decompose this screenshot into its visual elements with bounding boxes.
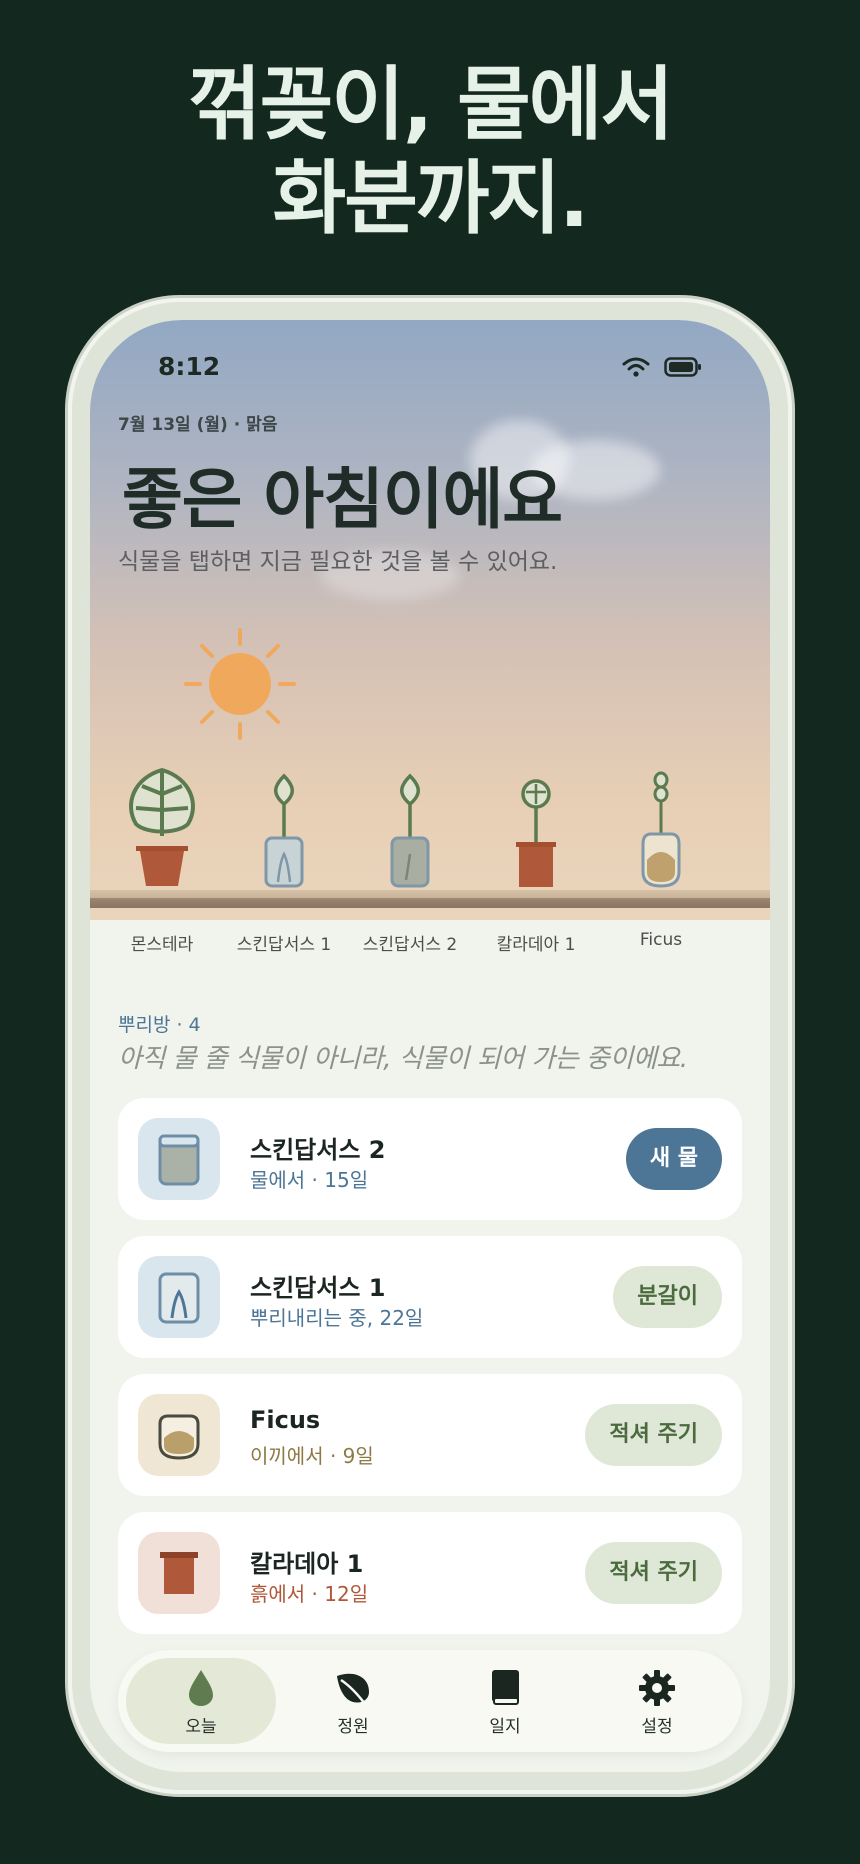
- tab-garden[interactable]: 정원: [278, 1658, 428, 1744]
- repot-button[interactable]: 분갈이: [613, 1266, 722, 1328]
- greeting-title: 좋은 아침이에요: [122, 461, 563, 538]
- headline-line-1: 꺾꽂이, 물에서: [188, 58, 674, 151]
- tab-bar: 오늘 정원 일지 설정: [118, 1650, 742, 1752]
- section-description: 아직 물 줄 식물이 아니라, 식물이 되어 가는 중이에요.: [118, 1044, 688, 1074]
- tab-settings-label: 설정: [641, 1717, 673, 1737]
- plant-calathea[interactable]: [486, 764, 586, 894]
- plant-card-status: 이끼에서 · 9일: [250, 1444, 374, 1468]
- headline-line-2: 화분까지.: [272, 152, 590, 245]
- plant-card-status: 흙에서 · 12일: [250, 1582, 369, 1606]
- plant-card-name: Ficus: [250, 1406, 321, 1434]
- plant-card-name: 스킨답서스 2: [250, 1136, 386, 1164]
- tab-today[interactable]: 오늘: [126, 1658, 276, 1744]
- tab-today-label: 오늘: [185, 1717, 217, 1737]
- plant-card[interactable]: 스킨답서스 1 뿌리내리는 중, 22일 분갈이: [118, 1236, 742, 1358]
- promo-headline: 꺾꽂이, 물에서 화분까지.: [0, 58, 860, 246]
- book-icon: [492, 1670, 519, 1705]
- plant-card[interactable]: 칼라데아 1 흙에서 · 12일 적셔 주기: [118, 1512, 742, 1634]
- battery-icon: [664, 357, 701, 377]
- plant-label-pothos-1[interactable]: 스킨답서스 1: [219, 930, 349, 955]
- leaf-icon: [337, 1673, 369, 1705]
- tab-garden-label: 정원: [337, 1717, 369, 1737]
- plant-label-ficus[interactable]: Ficus: [596, 930, 726, 950]
- plant-card-status: 뿌리내리는 중, 22일: [250, 1306, 424, 1330]
- moss-cup-icon: [138, 1394, 220, 1476]
- tab-settings[interactable]: 설정: [582, 1658, 732, 1744]
- status-bar: 8:12: [90, 320, 770, 381]
- app-screen: 8:12 7월 13일 (월) · 맑음 좋은 아침이에요 식물을 탭하면 지금…: [90, 320, 770, 1772]
- tab-journal-label: 일지: [489, 1717, 521, 1737]
- plant-card[interactable]: 스킨답서스 2 물에서 · 15일 새 물: [118, 1098, 742, 1220]
- plant-label-pothos-2[interactable]: 스킨답서스 2: [345, 930, 475, 955]
- gear-icon: [639, 1670, 675, 1706]
- plant-card-name: 스킨답서스 1: [250, 1274, 386, 1302]
- wifi-icon: [622, 357, 650, 377]
- moisten-button[interactable]: 적셔 주기: [585, 1404, 722, 1466]
- plant-pothos-2[interactable]: [360, 764, 460, 894]
- plant-label-calathea[interactable]: 칼라데아 1: [471, 930, 601, 955]
- rooting-glass-icon: [138, 1256, 220, 1338]
- date-weather: 7월 13일 (월) · 맑음: [118, 415, 278, 435]
- water-glass-icon: [138, 1118, 220, 1200]
- moisten-button[interactable]: 적셔 주기: [585, 1542, 722, 1604]
- plant-label-monstera[interactable]: 몬스테라: [97, 930, 227, 955]
- drop-icon: [189, 1670, 213, 1706]
- plant-pothos-1[interactable]: [234, 764, 334, 894]
- plant-ficus[interactable]: [611, 764, 711, 894]
- section-title: 뿌리방 · 4: [118, 1014, 201, 1036]
- sun-icon: [184, 628, 296, 740]
- status-time: 8:12: [158, 352, 221, 381]
- soil-pot-icon: [138, 1532, 220, 1614]
- tab-journal[interactable]: 일지: [430, 1658, 580, 1744]
- plant-monstera[interactable]: [112, 764, 212, 894]
- plant-card-name: 칼라데아 1: [250, 1550, 364, 1578]
- greeting-subtitle: 식물을 탭하면 지금 필요한 것을 볼 수 있어요.: [118, 549, 558, 575]
- fresh-water-button[interactable]: 새 물: [625, 1128, 722, 1190]
- phone-frame: 8:12 7월 13일 (월) · 맑음 좋은 아침이에요 식물을 탭하면 지금…: [68, 298, 792, 1794]
- plant-card[interactable]: Ficus 이끼에서 · 9일 적셔 주기: [118, 1374, 742, 1496]
- plant-shelf: [90, 890, 770, 908]
- plant-card-status: 물에서 · 15일: [250, 1168, 369, 1192]
